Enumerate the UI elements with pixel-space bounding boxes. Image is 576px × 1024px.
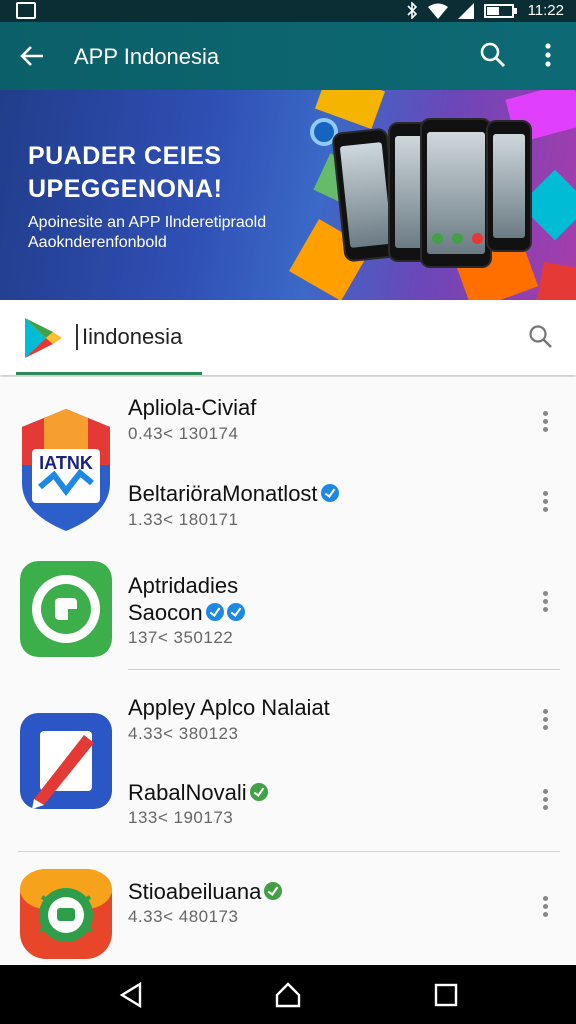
recents-nav-icon[interactable] [432,981,460,1009]
battery-icon [483,3,517,18]
verified-badge-icon [205,603,224,622]
app-meta: 0.43< 130174 [128,424,239,443]
app-name[interactable]: Stioabeiluana [128,879,283,905]
app-name[interactable]: BeltariöraMonatlost [128,481,339,507]
phone-image [486,120,532,252]
app-meta: 137< 350122 [128,628,234,647]
app-name[interactable]: Aptridadies [128,573,238,599]
text-cursor [76,324,78,350]
search-icon[interactable] [480,42,506,68]
bluetooth-icon [406,2,417,19]
status-time: 11:22 [527,2,564,19]
phone-image [420,118,492,268]
more-vert-icon[interactable] [541,589,549,615]
app-name-text: BeltariöraMonatlost [128,481,318,506]
page-title: APP Indonesia [74,44,220,69]
banner-subtitle-line: Aaoknderenfonbold [28,234,167,251]
system-nav-bar [0,965,576,1024]
banner-subtitle: Apoinesite an APP Ilnderetipraold Aaoknd… [28,213,266,253]
app-name[interactable]: RabalNovali [128,780,268,806]
verified-badge-icon [226,603,245,622]
app-meta: 4.33< 480173 [128,907,239,926]
back-nav-icon[interactable] [118,981,146,1009]
app-name-text: Stioabeiluana [128,879,262,904]
app-meta: 4.33< 380123 [128,724,239,743]
wifi-icon [427,3,448,19]
app-name[interactable]: Saocon [128,600,245,626]
more-vert-icon[interactable] [541,787,549,813]
app-name[interactable]: Apliola-Civiaf [128,395,256,421]
banner-headline-line: UPEGGENONA! [28,175,223,203]
verified-badge-icon [264,882,283,901]
more-vert-icon[interactable] [541,409,549,435]
banner-headline: PUADER CEIES UPEGGENONA! [28,140,222,206]
list-divider [128,669,560,670]
verified-badge-icon [320,484,339,503]
app-icon-label: IATNK [39,453,93,473]
more-vert-icon[interactable] [541,707,549,733]
app-list: IATNK Apliola-Civiaf 0.43< 130174 Beltar… [0,377,576,965]
search-tab-indicator [16,372,202,375]
list-divider [18,851,560,852]
promo-banner[interactable]: PUADER CEIES UPEGGENONA! Apoinesite an A… [0,90,576,300]
app-name-text: RabalNovali [128,780,247,805]
home-nav-icon[interactable] [274,981,302,1009]
more-vert-icon[interactable] [542,42,554,68]
app-name-text: Saocon [128,600,203,625]
notification-icon [16,2,36,19]
app-bar: APP Indonesia [0,22,576,90]
app-icon-green[interactable] [20,561,112,657]
app-name[interactable]: Appley Aplco Nalaiat [128,695,330,721]
banner-headline-line: PUADER CEIES [28,142,222,170]
search-input[interactable]: Iindonesia [82,324,182,350]
app-icon-bug[interactable] [20,869,112,959]
back-arrow-icon[interactable] [18,42,46,70]
status-bar: 11:22 [0,0,576,22]
app-icon-shield[interactable]: IATNK [18,405,114,533]
verified-badge-icon [249,783,268,802]
search-icon[interactable] [528,324,554,350]
more-vert-icon[interactable] [541,894,549,920]
app-meta: 1.33< 180171 [128,510,239,529]
status-icons: 11:22 [406,2,564,19]
more-vert-icon[interactable] [541,489,549,515]
play-store-icon [25,318,62,358]
search-bar[interactable]: Iindonesia [0,300,576,375]
banner-subtitle-line: Apoinesite an APP Ilnderetipraold [28,214,267,231]
app-meta: 133< 190173 [128,808,234,827]
app-icon-pen[interactable] [20,713,112,809]
signal-icon [457,2,474,19]
